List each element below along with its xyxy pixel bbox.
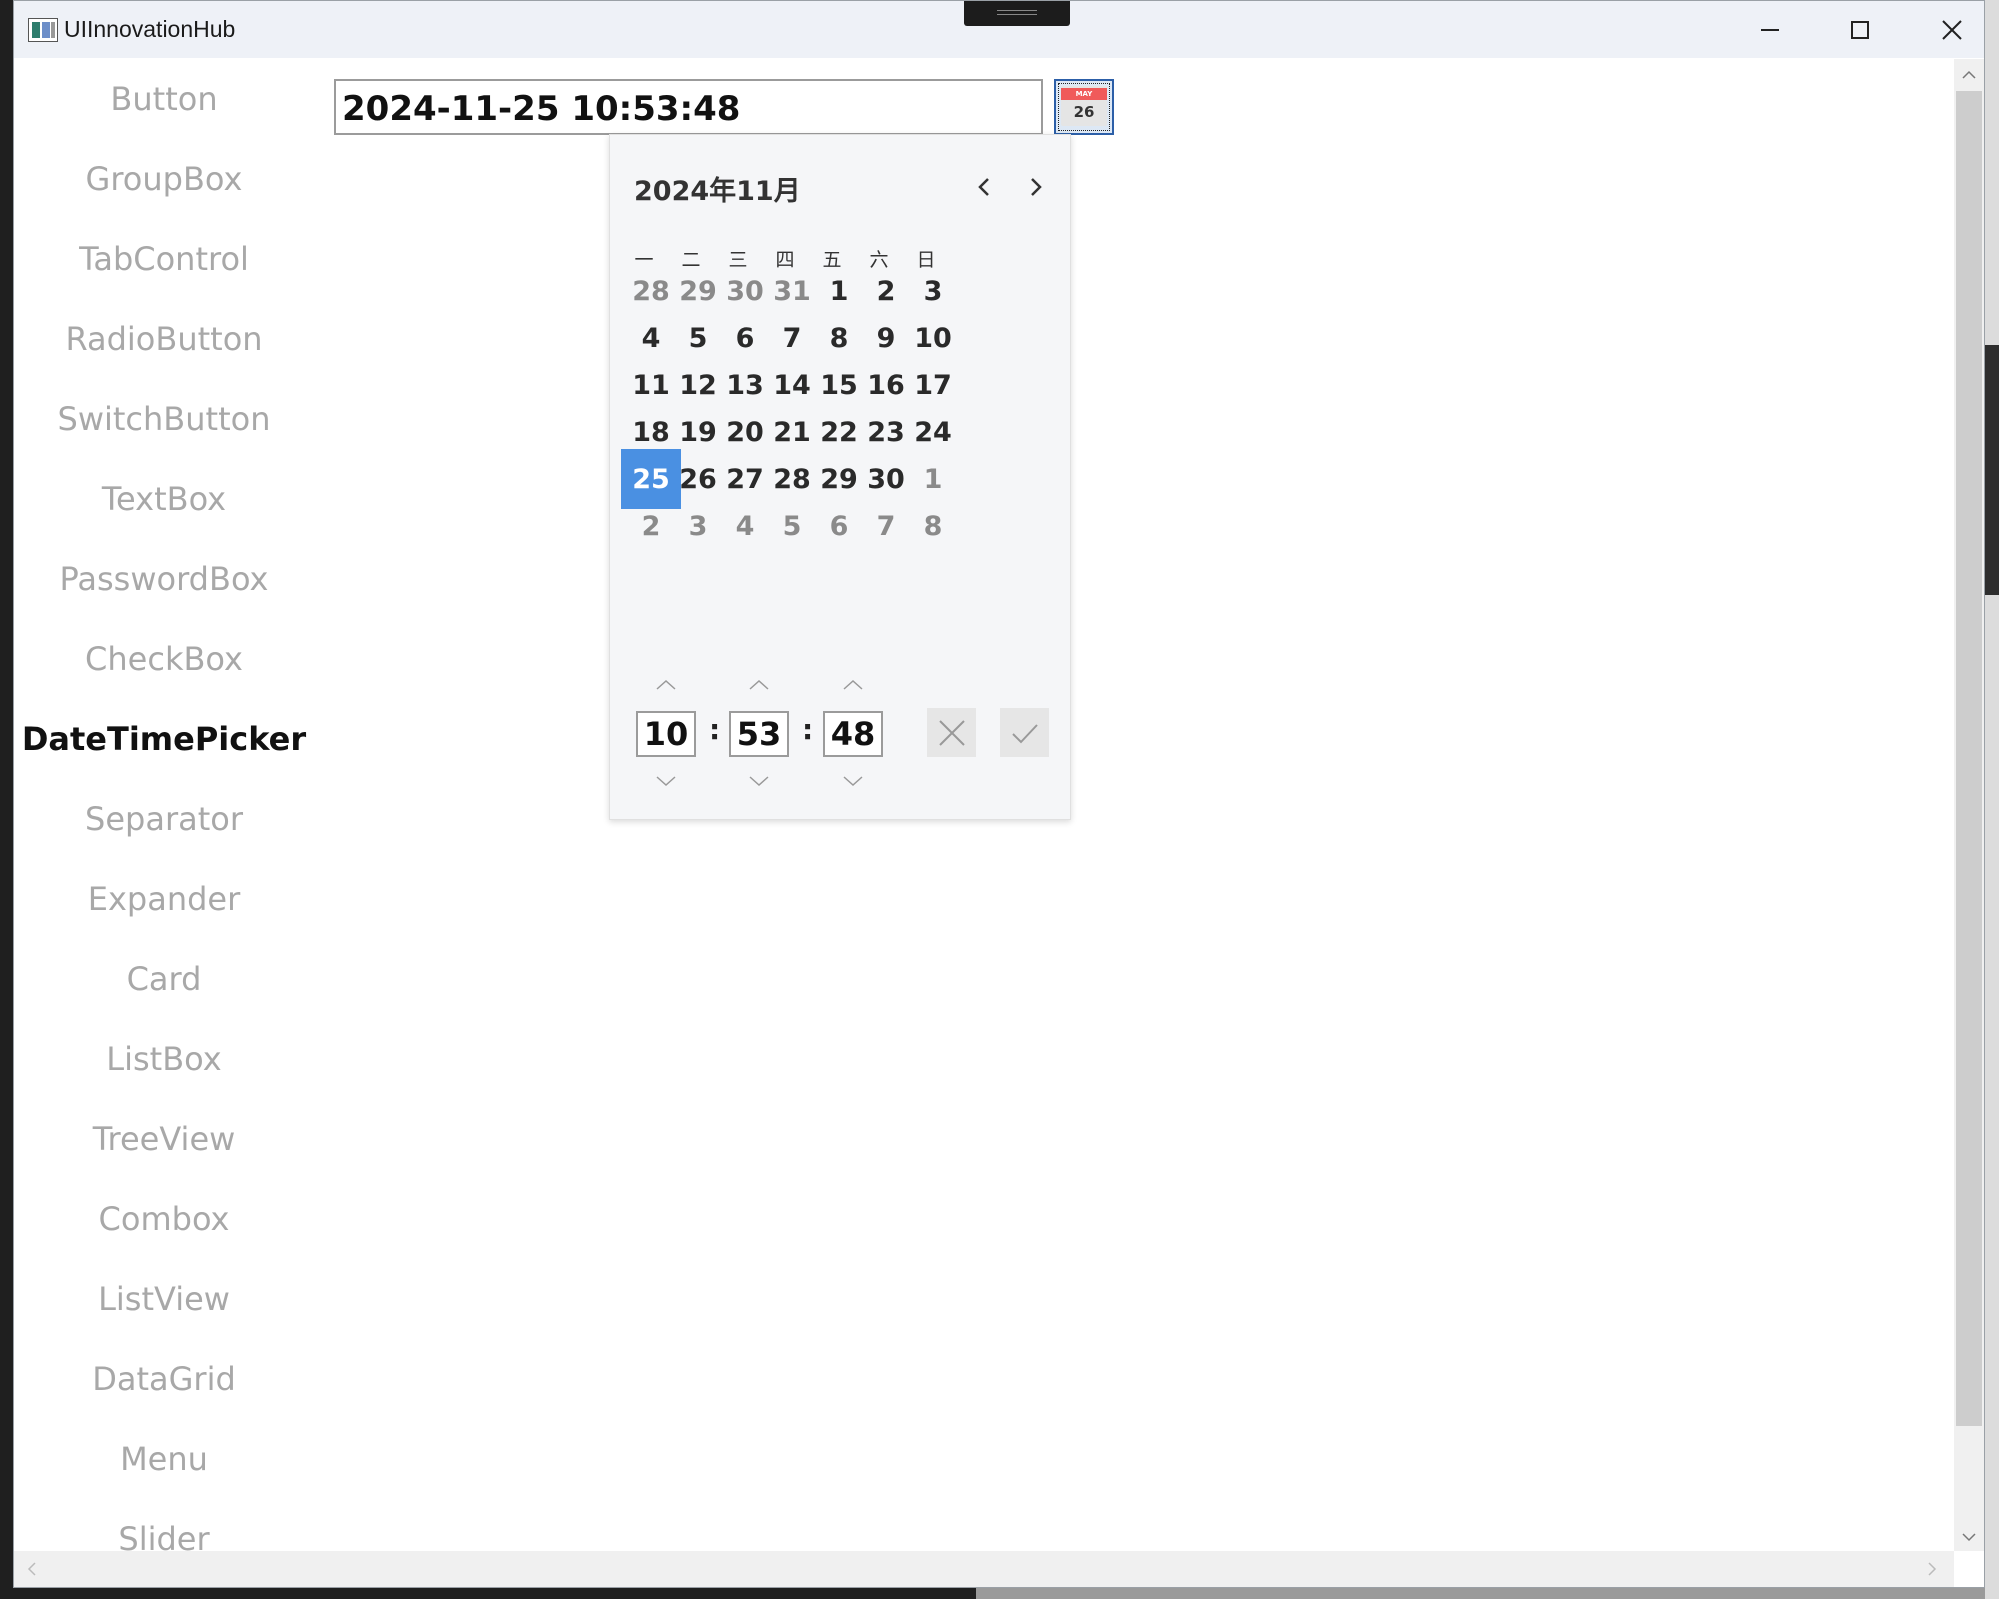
- chevron-down-icon: [656, 776, 676, 787]
- sidebar-item-datetimepicker[interactable]: DateTimePicker: [14, 711, 314, 767]
- desktop-background-right-dark: [1985, 345, 1999, 595]
- maximize-button[interactable]: [1814, 1, 1906, 58]
- calendar-icon-day: 26: [1073, 103, 1095, 121]
- calendar-popup: 2024年11月 一二三四五六日 28 29 30 31 1 2 3 4 5 6 7 8 9 10 11 12…: [609, 134, 1071, 820]
- minimize-button[interactable]: [1724, 1, 1816, 58]
- app-window: UIInnovationHub Button GroupBox TabContr…: [13, 0, 1985, 1588]
- app-icon: [28, 18, 58, 42]
- sidebar-item-button[interactable]: Button: [14, 71, 314, 127]
- scroll-down-button[interactable]: [1961, 1529, 1977, 1545]
- time-separator: :: [709, 713, 721, 746]
- datetime-input[interactable]: 2024-11-25 10:53:48: [334, 79, 1043, 135]
- second-field[interactable]: 48: [823, 711, 883, 757]
- next-month-button[interactable]: [1023, 175, 1047, 199]
- sidebar-item-textbox[interactable]: TextBox: [14, 471, 314, 527]
- time-separator: :: [802, 713, 814, 746]
- sidebar-item-expander[interactable]: Expander: [14, 871, 314, 927]
- second-decrement-button[interactable]: [838, 771, 868, 791]
- chevron-right-icon: [1031, 178, 1042, 196]
- calendar-day[interactable]: 8: [903, 496, 963, 556]
- hour-increment-button[interactable]: [651, 675, 681, 695]
- scroll-right-button[interactable]: [1924, 1561, 1940, 1577]
- maximize-icon: [1851, 20, 1869, 39]
- confirm-button[interactable]: [1000, 708, 1049, 757]
- sidebar-item-card[interactable]: Card: [14, 951, 314, 1007]
- chevron-down-icon: [749, 776, 769, 787]
- chevron-down-icon: [843, 776, 863, 787]
- sidebar-item-radiobutton[interactable]: RadioButton: [14, 311, 314, 367]
- confirm-icon: [1011, 723, 1038, 743]
- sidebar-item-passwordbox[interactable]: PasswordBox: [14, 551, 314, 607]
- minute-increment-button[interactable]: [744, 675, 774, 695]
- sidebar-item-datagrid[interactable]: DataGrid: [14, 1351, 314, 1407]
- close-button[interactable]: [1906, 1, 1984, 58]
- sidebar-item-menu[interactable]: Menu: [14, 1431, 314, 1487]
- chevron-up-icon: [1962, 70, 1976, 79]
- drag-handle-icon[interactable]: [964, 1, 1070, 26]
- calendar-icon-month: MAY: [1061, 88, 1107, 100]
- sidebar-item-listbox[interactable]: ListBox: [14, 1031, 314, 1087]
- scrollbar-thumb[interactable]: [1956, 91, 1982, 1426]
- cancel-icon: [938, 719, 965, 746]
- calendar-toggle-button[interactable]: MAY 26: [1054, 79, 1114, 135]
- minute-decrement-button[interactable]: [744, 771, 774, 791]
- close-icon: [1942, 19, 1962, 40]
- month-title: 2024年11月: [634, 176, 801, 207]
- desktop-background-bottom-light: [976, 1588, 1999, 1599]
- chevron-left-icon: [27, 1562, 36, 1576]
- sidebar-item-tabcontrol[interactable]: TabControl: [14, 231, 314, 287]
- horizontal-scrollbar[interactable]: [14, 1551, 1954, 1587]
- chevron-left-icon: [978, 178, 989, 196]
- scroll-up-button[interactable]: [1961, 67, 1977, 83]
- scroll-left-button[interactable]: [24, 1561, 40, 1577]
- chevron-right-icon: [1928, 1562, 1937, 1576]
- sidebar-item-treeview[interactable]: TreeView: [14, 1111, 314, 1167]
- cancel-button[interactable]: [927, 708, 976, 757]
- sidebar-item-groupbox[interactable]: GroupBox: [14, 151, 314, 207]
- sidebar-item-combox[interactable]: Combox: [14, 1191, 314, 1247]
- chevron-up-icon: [843, 679, 863, 690]
- sidebar-item-checkbox[interactable]: CheckBox: [14, 631, 314, 687]
- second-increment-button[interactable]: [838, 675, 868, 695]
- sidebar-item-listview[interactable]: ListView: [14, 1271, 314, 1327]
- title-bar[interactable]: UIInnovationHub: [14, 1, 1984, 58]
- chevron-up-icon: [749, 679, 769, 690]
- sidebar-item-separator[interactable]: Separator: [14, 791, 314, 847]
- sidebar-nav: Button GroupBox TabControl RadioButton S…: [14, 59, 314, 1558]
- window-title: UIInnovationHub: [64, 16, 236, 42]
- chevron-down-icon: [1962, 1533, 1976, 1542]
- sidebar-item-switchbutton[interactable]: SwitchButton: [14, 391, 314, 447]
- chevron-up-icon: [656, 679, 676, 690]
- desktop-background-left: [0, 0, 13, 1599]
- minute-field[interactable]: 53: [729, 711, 789, 757]
- prev-month-button[interactable]: [973, 175, 997, 199]
- minimize-icon: [1761, 28, 1779, 31]
- desktop-background-right: [1985, 0, 1999, 1599]
- vertical-scrollbar[interactable]: [1954, 59, 1984, 1551]
- hour-field[interactable]: 10: [636, 711, 696, 757]
- hour-decrement-button[interactable]: [651, 771, 681, 791]
